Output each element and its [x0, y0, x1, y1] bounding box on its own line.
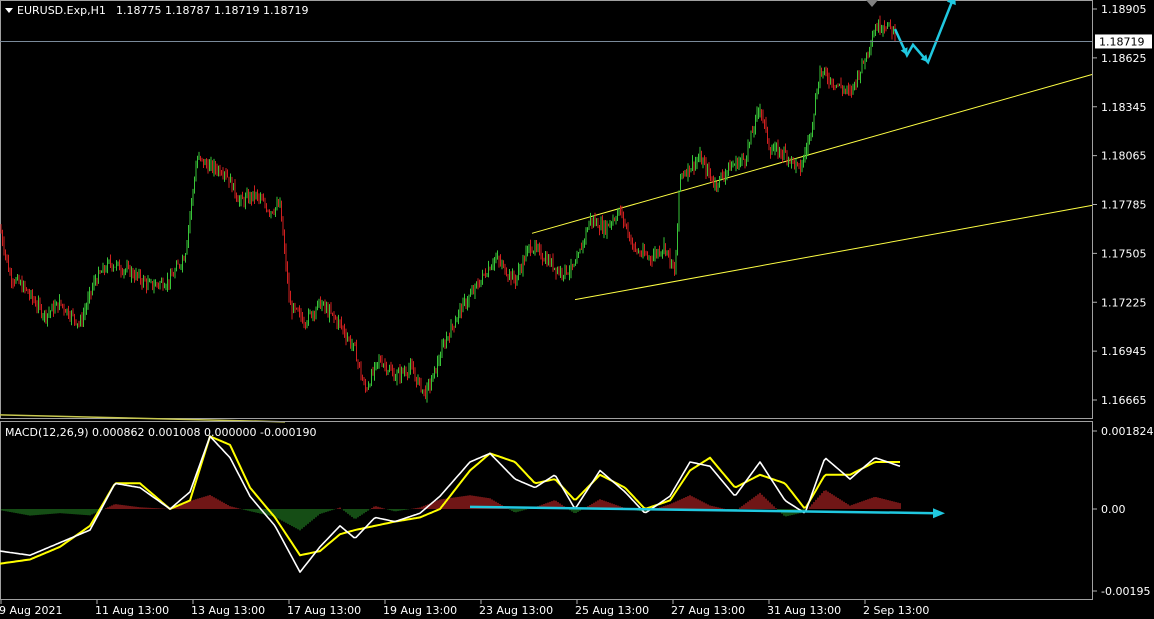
price-tick-label: 1.17785 [1101, 199, 1147, 212]
price-tick-label: 1.16945 [1101, 345, 1147, 358]
time-tick-label: 25 Aug 13:00 [575, 604, 649, 617]
time-tick-label: 2 Sep 13:00 [863, 604, 929, 617]
price-tick-label: 1.16665 [1101, 394, 1147, 407]
time-tick-label: 13 Aug 13:00 [191, 604, 265, 617]
chart-root[interactable]: 1.18719 1.18905 1.18625 1.18345 1.18065 1.17… [0, 0, 1154, 619]
current-price-label: 1.18719 [1099, 35, 1145, 48]
macd-header-label: MACD(12,26,9) 0.000862 0.001008 0.000000… [5, 426, 316, 439]
macd-tick-label: 0.001824 [1101, 425, 1154, 438]
price-axis: 1.18905 1.18625 1.18345 1.18065 1.17785 1.175… [1092, 3, 1147, 407]
price-tick-label: 1.18905 [1101, 3, 1147, 16]
price-tick-label: 1.17225 [1101, 296, 1147, 309]
ohlc-label: 1.18775 1.18787 1.18719 1.18719 [116, 4, 308, 17]
price-tick-label: 1.18625 [1101, 52, 1147, 65]
price-tick-label: 1.18065 [1101, 150, 1147, 163]
time-tick-label: 11 Aug 13:00 [95, 604, 169, 617]
price-tick-label: 1.17505 [1101, 247, 1147, 260]
time-tick-label: 23 Aug 13:00 [479, 604, 553, 617]
background [0, 0, 1154, 619]
symbol-label: EURUSD.Exp,H1 [17, 4, 106, 17]
macd-tick-label: -0.00195 [1101, 585, 1150, 598]
time-tick-label: 9 Aug 2021 [0, 604, 62, 617]
time-tick-label: 19 Aug 13:00 [383, 604, 457, 617]
macd-tick-label: 0.00 [1101, 503, 1126, 516]
price-tick-label: 1.18345 [1101, 101, 1147, 114]
time-tick-label: 31 Aug 13:00 [767, 604, 841, 617]
time-tick-label: 27 Aug 13:00 [671, 604, 745, 617]
time-tick-label: 17 Aug 13:00 [287, 604, 361, 617]
